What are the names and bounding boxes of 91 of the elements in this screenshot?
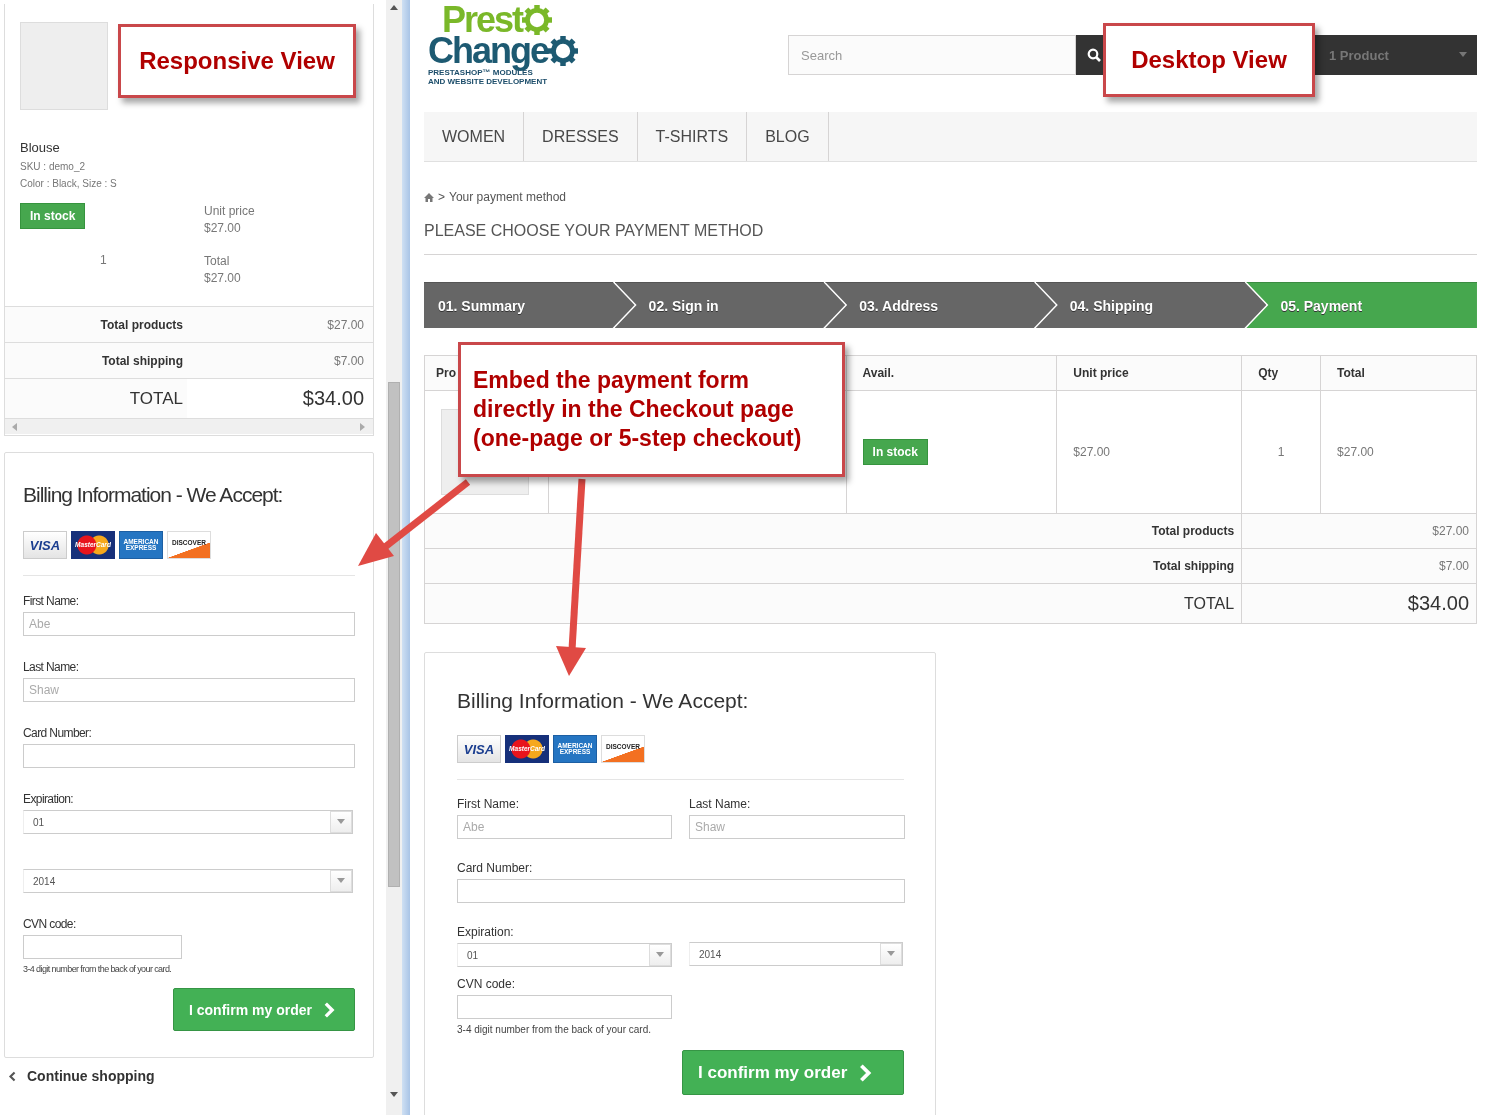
field-label: First Name:: [23, 594, 80, 608]
first-name-field[interactable]: Abe: [457, 815, 672, 839]
totals-value: $34.00: [187, 379, 373, 418]
field-label: CVN code:: [457, 977, 517, 991]
totals-value: $7.00: [332, 352, 365, 370]
line-total: $27.00: [204, 270, 242, 287]
field-label: Last Name:: [23, 660, 80, 674]
product-sku: SKU : demo_2: [20, 161, 87, 172]
breadcrumb-item: Your payment method: [449, 190, 566, 204]
logo[interactable]: Prest Change PRESTASHOP™ MODULES AND WEBSITE DEVELOPMENT: [424, 5, 594, 91]
totals-label: Total products: [424, 513, 1242, 549]
table-cell: 1: [1241, 390, 1321, 514]
product-attributes: Color : Black, Size : S: [20, 178, 118, 189]
gear-icon: [548, 35, 578, 66]
card-number-field[interactable]: [23, 744, 355, 768]
totals-label: TOTAL: [128, 388, 184, 409]
scroll-left-icon[interactable]: [11, 422, 19, 431]
checkout-step[interactable]: 02. Sign in: [614, 282, 846, 328]
menu-item[interactable]: BLOG: [747, 112, 829, 161]
menu-item[interactable]: WOMEN: [424, 112, 525, 161]
totals-label: Total products: [99, 317, 184, 332]
year-select[interactable]: 2014: [23, 869, 353, 893]
caret-icon[interactable]: [887, 950, 895, 958]
caret-icon[interactable]: [1459, 51, 1467, 59]
totals-value: $27.00: [326, 316, 365, 334]
last-name-field[interactable]: Shaw: [689, 815, 905, 839]
column-header: Avail.: [846, 355, 1057, 391]
menu-item[interactable]: DRESSES: [524, 112, 638, 161]
breadcrumb-separator: >: [438, 190, 445, 204]
table-cell: $27.00: [1320, 390, 1477, 514]
checkout-step[interactable]: 01. Summary: [424, 282, 635, 328]
caret-icon[interactable]: [337, 877, 345, 885]
totals-label: Total shipping: [100, 353, 184, 368]
caret-icon[interactable]: [656, 951, 664, 959]
vertical-scrollbar[interactable]: [386, 0, 402, 1115]
search-icon: [1086, 48, 1101, 62]
chevron-right-icon: [857, 1063, 874, 1082]
field-label: Expiration:: [23, 792, 75, 806]
checkout-step[interactable]: 03. Address: [825, 282, 1056, 328]
product-name: Blouse: [20, 140, 61, 155]
card-logo: VISA: [457, 735, 501, 763]
totals-value: $7.00: [1241, 548, 1477, 584]
card-number-field[interactable]: [457, 879, 905, 903]
scroll-right-icon[interactable]: [359, 422, 367, 431]
horizontal-scrollbar[interactable]: [5, 418, 373, 434]
search-field[interactable]: Search: [788, 35, 1076, 75]
chevron-left-icon: [8, 1070, 17, 1082]
continue-shopping-link[interactable]: Continue shopping: [4, 1068, 378, 1084]
caret-icon[interactable]: [337, 818, 345, 826]
last-name-field[interactable]: Shaw: [23, 678, 355, 702]
field-label: First Name:: [457, 797, 520, 811]
totals-value: $27.00: [1241, 513, 1477, 549]
totals-value: $34.00: [1241, 583, 1477, 624]
checkout-step[interactable]: 04. Shipping: [1035, 282, 1267, 328]
page-heading: PLEASE CHOOSE YOUR PAYMENT METHOD: [424, 222, 1477, 255]
column-header: Total: [1320, 355, 1477, 391]
card-logo: VISA: [23, 531, 67, 559]
cvn-hint: 3-4 digit number from the back of your card.: [23, 964, 173, 974]
total-label: Total: [204, 253, 231, 270]
home-icon[interactable]: [424, 192, 434, 202]
month-select[interactable]: 01: [23, 810, 353, 834]
callout-label: Desktop View: [1103, 23, 1315, 97]
cvn-field[interactable]: [23, 935, 182, 959]
field-label: Expiration:: [457, 925, 515, 939]
field-label: Last Name:: [689, 797, 752, 811]
field-label: CVN code:: [23, 917, 77, 931]
unit-price-label: Unit price: [204, 203, 256, 220]
totals-label: Total shipping: [424, 548, 1242, 584]
year-select[interactable]: 2014: [689, 942, 903, 966]
cvn-hint: 3-4 digit number from the back of your card.: [457, 1024, 652, 1035]
quantity: 1: [99, 253, 108, 269]
menu-item[interactable]: T-SHIRTS: [637, 112, 748, 161]
callout-label: Embed the payment form directly in the Checkout page (one-page or 5-step checkout): [458, 342, 845, 477]
billing-title: Billing Information - We Accept:: [457, 689, 750, 713]
unit-price: $27.00: [204, 220, 242, 237]
gear-icon: [522, 5, 553, 36]
scroll-up-icon[interactable]: [390, 4, 398, 12]
field-label: Card Number:: [23, 726, 93, 740]
table-cell: $27.00: [1056, 390, 1242, 514]
field-label: Card Number:: [457, 861, 534, 875]
totals-label: TOTAL: [424, 583, 1242, 624]
column-header: Qty: [1241, 355, 1321, 391]
month-select[interactable]: 01: [457, 943, 672, 967]
callout-label: Responsive View: [118, 24, 356, 98]
first-name-field[interactable]: Abe: [23, 612, 355, 636]
cvn-field[interactable]: [457, 995, 672, 1019]
stock-status: In stock: [862, 439, 928, 465]
column-header: Unit price: [1056, 355, 1242, 391]
billing-title: Billing Information - We Accept:: [23, 483, 284, 507]
scroll-down-icon[interactable]: [390, 1091, 398, 1099]
stock-status: In stock: [20, 203, 86, 229]
